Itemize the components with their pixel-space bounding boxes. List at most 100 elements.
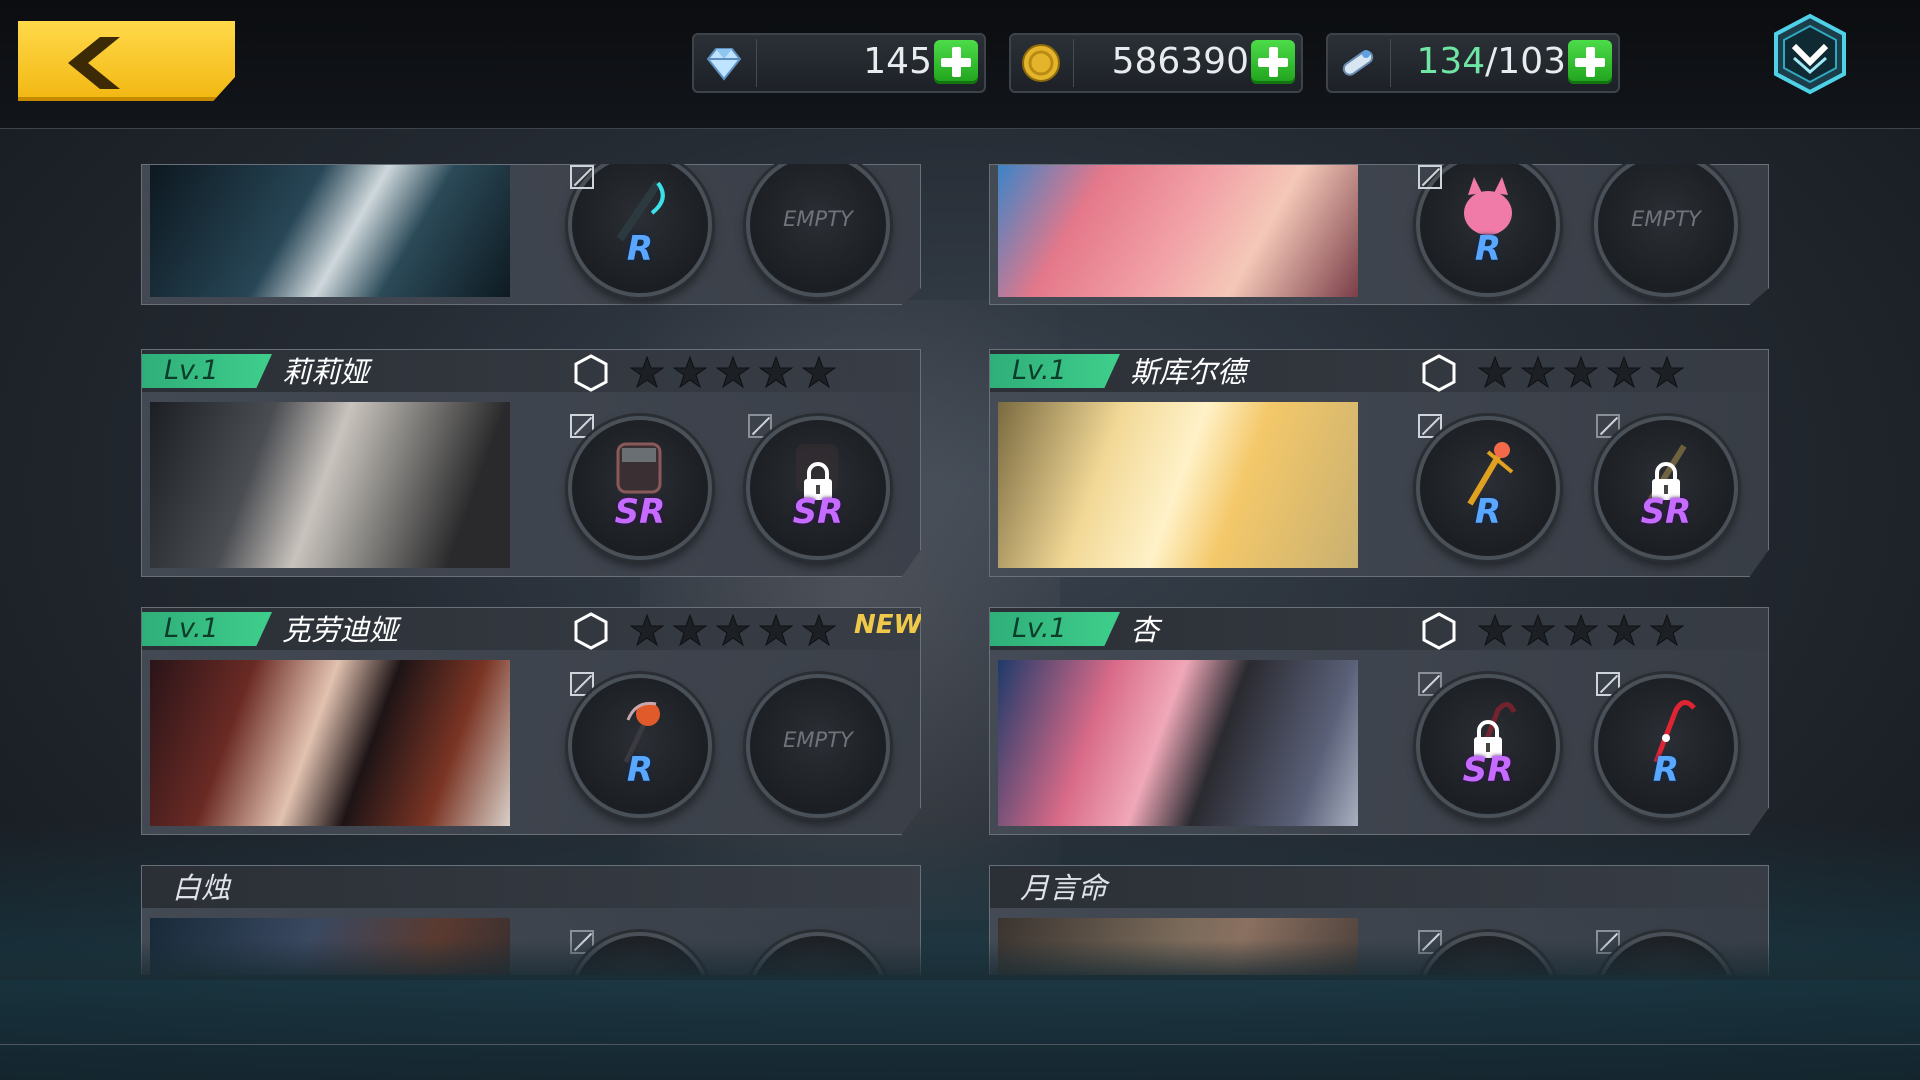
back-arrow-icon <box>68 37 120 89</box>
star-icon <box>1564 356 1598 388</box>
gold-value: 586390 <box>1111 41 1249 82</box>
star-icon <box>802 614 836 646</box>
rarity-label: SR <box>792 492 844 532</box>
rarity-label: R <box>626 750 654 790</box>
edit-icon[interactable] <box>1418 165 1442 189</box>
divider <box>0 1044 1920 1045</box>
list-bottom-fade <box>0 940 1920 980</box>
character-card[interactable]: R EMPTY <box>989 164 1769 305</box>
character-portrait <box>150 660 510 826</box>
gold-counter: 586390 <box>1009 33 1303 93</box>
new-badge: NEW! <box>854 610 935 640</box>
character-card-xing[interactable]: Lv.1 杏 SR R <box>989 607 1769 835</box>
diamond-counter: 145 <box>692 33 986 93</box>
star-rating <box>630 356 836 388</box>
level-badge: Lv.1 <box>142 354 272 388</box>
character-portrait <box>998 165 1358 297</box>
empty-label: EMPTY <box>1631 207 1701 231</box>
rarity-label: SR <box>1462 750 1514 790</box>
star-icon <box>1607 614 1641 646</box>
star-icon <box>1521 614 1555 646</box>
rarity-label: R <box>626 229 654 269</box>
character-portrait <box>150 165 510 297</box>
dropdown-menu-icon[interactable] <box>1770 12 1850 96</box>
rarity-label: R <box>1474 492 1502 532</box>
star-icon <box>759 356 793 388</box>
empty-slot[interactable]: EMPTY <box>746 674 890 818</box>
level-badge: Lv.1 <box>990 354 1120 388</box>
class-hexagon-icon <box>1422 612 1456 650</box>
card-header: Lv.1 克劳迪娅 NEW! <box>142 608 921 650</box>
empty-label: EMPTY <box>783 207 853 231</box>
card-header: Lv.1 斯库尔德 <box>990 350 1768 392</box>
locked-weapon-slot[interactable]: SR <box>1594 416 1738 560</box>
star-icon <box>716 356 750 388</box>
card-header: Lv.1 莉莉娅 <box>142 350 920 392</box>
weapon-slot[interactable]: SR <box>568 416 712 560</box>
star-icon <box>630 356 664 388</box>
rarity-label: SR <box>614 492 666 532</box>
character-card-skuld[interactable]: Lv.1 斯库尔德 R SR <box>989 349 1769 577</box>
rarity-label: R <box>1652 750 1680 790</box>
stamina-max: /103 <box>1485 41 1566 82</box>
weapon-slot[interactable]: R <box>1594 674 1738 818</box>
edit-icon[interactable] <box>570 165 594 189</box>
character-portrait <box>998 402 1358 568</box>
star-icon <box>1478 614 1512 646</box>
class-hexagon-icon <box>574 354 608 392</box>
level-badge: Lv.1 <box>990 612 1120 646</box>
star-icon <box>673 614 707 646</box>
stamina-pill-icon <box>1342 50 1374 76</box>
star-icon <box>1650 614 1684 646</box>
level-badge: Lv.1 <box>142 612 272 646</box>
empty-slot[interactable]: EMPTY <box>746 164 890 297</box>
diamond-icon <box>706 48 742 81</box>
star-icon <box>1478 356 1512 388</box>
top-bar: 145 586390 134/103 <box>0 0 1920 129</box>
diamond-value: 145 <box>863 41 932 82</box>
star-icon <box>673 356 707 388</box>
divider <box>756 39 757 87</box>
character-list[interactable]: R EMPTY R EMPTY Lv.1 莉莉娅 SR SR Lv.1 斯库尔德… <box>0 128 1920 975</box>
back-button[interactable] <box>18 21 235 101</box>
star-icon <box>716 614 750 646</box>
character-portrait <box>150 402 510 568</box>
star-rating <box>1478 614 1684 646</box>
character-name: 克劳迪娅 <box>282 613 399 647</box>
locked-weapon-slot[interactable]: SR <box>746 416 890 560</box>
stamina-value: 134/103 <box>1416 41 1566 82</box>
star-icon <box>802 356 836 388</box>
character-card-claudia[interactable]: Lv.1 克劳迪娅 NEW! R EMPTY <box>141 607 921 835</box>
character-card[interactable]: R EMPTY <box>141 164 921 305</box>
star-icon <box>759 614 793 646</box>
rarity-label: SR <box>1640 492 1692 532</box>
star-icon <box>1564 614 1598 646</box>
add-stamina-button[interactable] <box>1568 40 1612 84</box>
character-name: 莉莉娅 <box>282 355 370 389</box>
star-icon <box>1521 356 1555 388</box>
weapon-slot[interactable]: R <box>568 674 712 818</box>
star-icon <box>630 614 664 646</box>
empty-slot[interactable]: EMPTY <box>1594 164 1738 297</box>
locked-weapon-slot[interactable]: SR <box>1416 674 1560 818</box>
gold-coin-icon <box>1022 44 1060 82</box>
class-hexagon-icon <box>1422 354 1456 392</box>
star-rating <box>630 614 836 646</box>
character-name: 月言命 <box>1020 871 1108 905</box>
weapon-slot[interactable]: R <box>1416 416 1560 560</box>
stamina-current: 134 <box>1416 41 1486 82</box>
character-name: 斯库尔德 <box>1130 355 1247 389</box>
character-portrait <box>998 660 1358 826</box>
star-rating <box>1478 356 1684 388</box>
character-card-lilia[interactable]: Lv.1 莉莉娅 SR SR <box>141 349 921 577</box>
card-header: Lv.1 杏 <box>990 608 1768 650</box>
add-diamond-button[interactable] <box>934 40 978 84</box>
star-icon <box>1650 356 1684 388</box>
card-header: 白烛 <box>142 866 920 908</box>
rarity-label: R <box>1474 229 1502 269</box>
character-name: 杏 <box>1130 613 1160 647</box>
card-header: 月言命 <box>990 866 1768 908</box>
add-gold-button[interactable] <box>1251 40 1295 84</box>
stamina-counter: 134/103 <box>1326 33 1620 93</box>
character-name: 白烛 <box>172 871 231 905</box>
